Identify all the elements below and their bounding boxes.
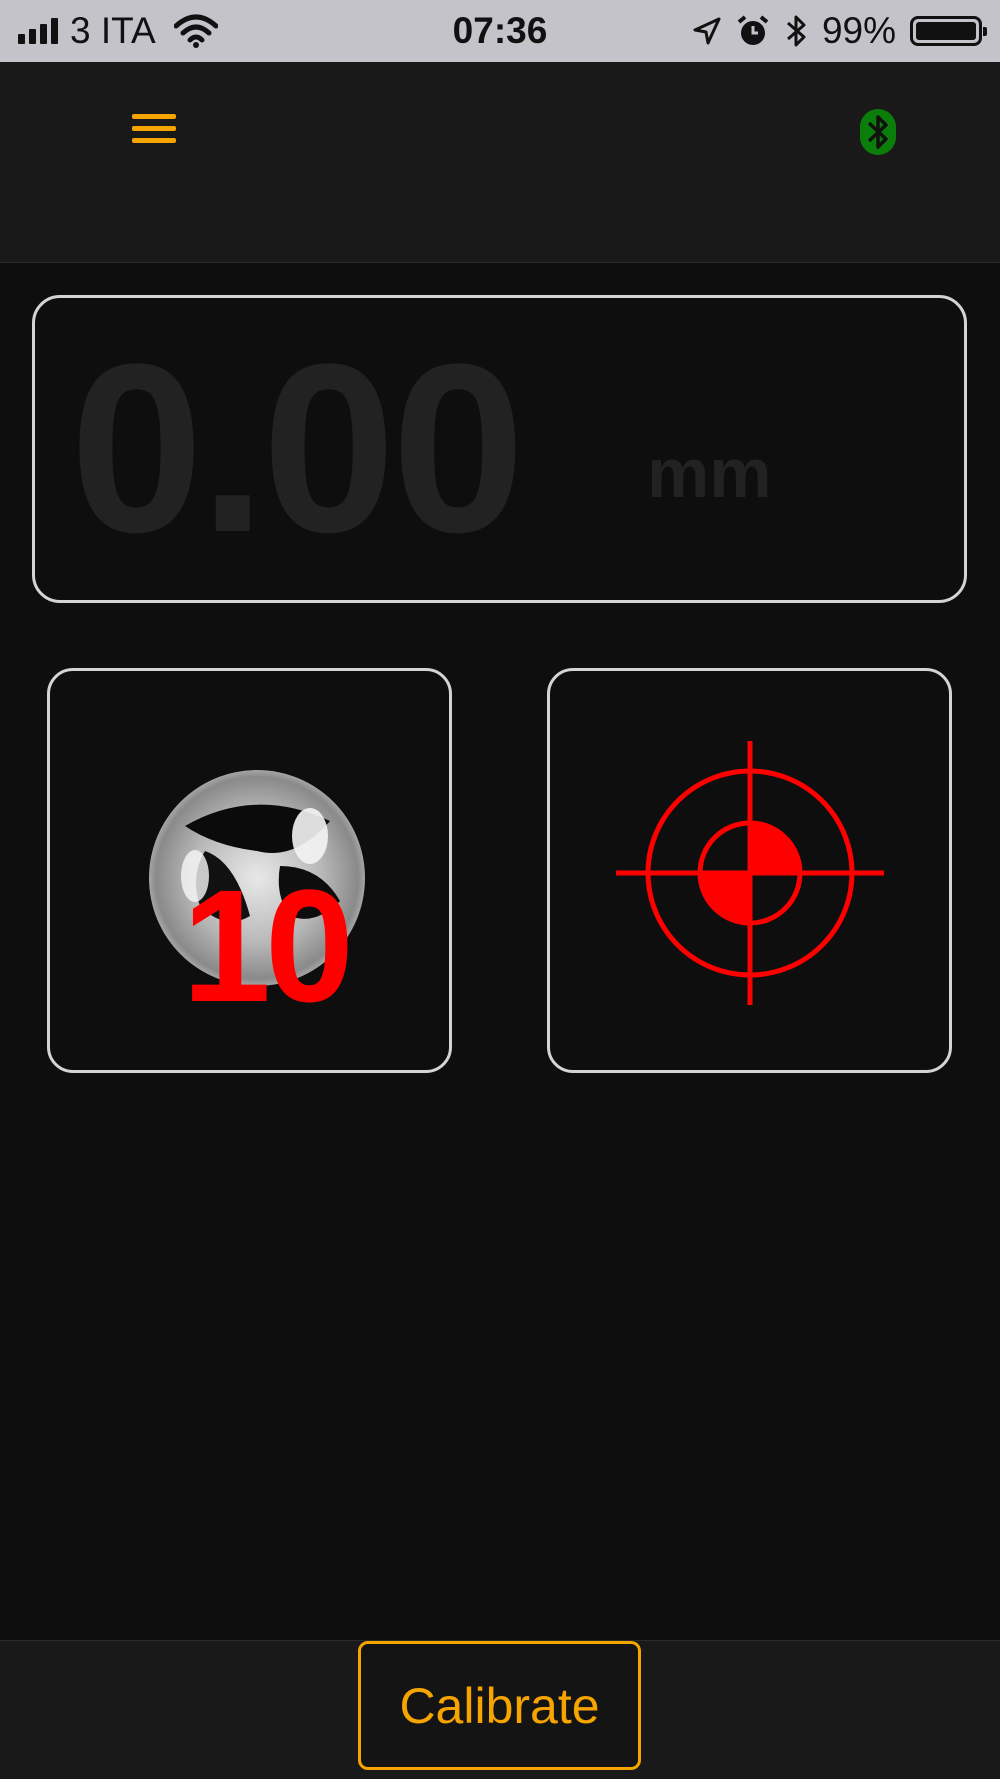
probe-ball-number: 10 [182, 856, 354, 1035]
target-button[interactable] [547, 668, 952, 1073]
probe-ball-button[interactable]: 10 [47, 668, 452, 1073]
measurement-unit: mm [647, 434, 772, 512]
bluetooth-icon [786, 15, 806, 47]
alarm-icon [737, 15, 769, 45]
battery-percent: 99% [821, 10, 896, 51]
bluetooth-connected-icon[interactable] [858, 107, 898, 157]
crosshair-target-icon [616, 741, 884, 1005]
measurement-display: 0.00 mm [32, 295, 967, 603]
hamburger-bar [132, 138, 176, 143]
hamburger-bar [132, 114, 176, 119]
calibrate-button[interactable]: Calibrate [358, 1641, 641, 1770]
hamburger-menu-icon[interactable] [128, 108, 186, 148]
location-arrow-icon [693, 17, 721, 45]
measurement-value: 0.00 [70, 314, 525, 582]
status-right: 99% [692, 0, 987, 62]
nav-bar [0, 62, 1000, 263]
hamburger-bar [132, 126, 176, 131]
status-bar: 3 ITA 07:36 99% [0, 0, 1000, 62]
battery-icon [910, 16, 987, 46]
